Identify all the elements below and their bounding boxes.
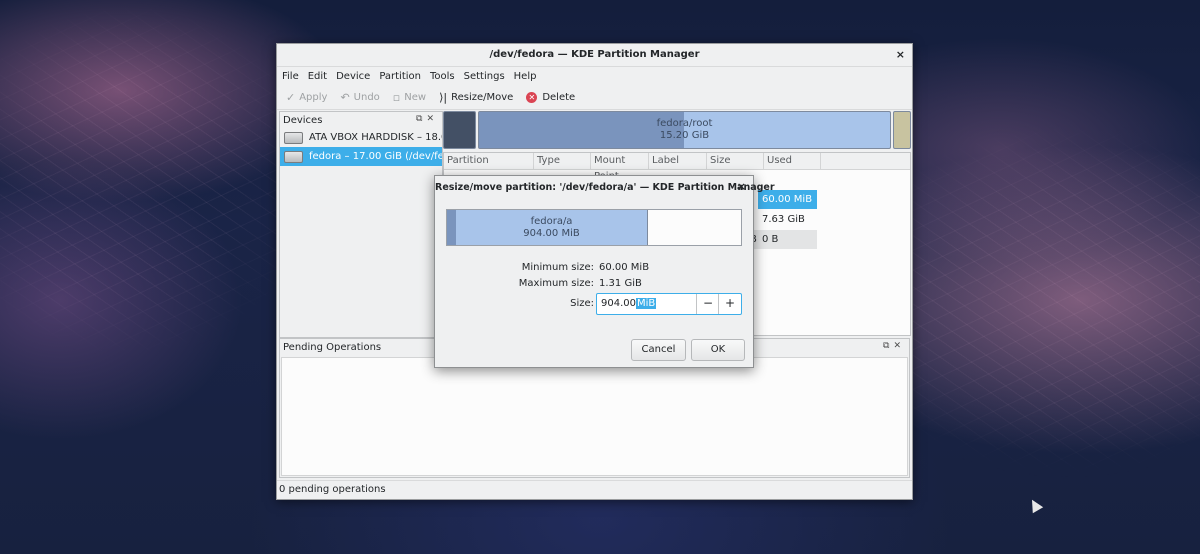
pending-panel-title: Pending Operations	[283, 341, 382, 353]
apply-button[interactable]: ✓ Apply	[286, 91, 327, 104]
menu-file[interactable]: File	[282, 71, 299, 82]
size-number: 904.00	[601, 298, 636, 309]
delete-icon: ✕	[526, 91, 538, 103]
menu-partition[interactable]: Partition	[379, 71, 421, 82]
partition-name: fedora/root	[656, 118, 713, 129]
ok-button[interactable]: OK	[691, 339, 745, 361]
partition-segment-other[interactable]	[893, 111, 911, 149]
resize-partition-bar: fedora/a 904.00 MiB	[446, 209, 742, 246]
size-increment-button[interactable]: +	[718, 294, 741, 314]
device-item-fedora[interactable]: fedora – 17.00 GiB (/dev/fedo...	[280, 147, 442, 166]
size-label: Size:	[570, 298, 594, 309]
float-icon[interactable]: ⧉	[416, 114, 426, 124]
check-icon: ✓	[286, 90, 296, 104]
new-button[interactable]: ▫ New	[393, 91, 426, 104]
max-size-value: 1.31 GiB	[599, 278, 642, 289]
resize-move-label: Resize/Move	[451, 91, 514, 103]
resize-move-dialog: Resize/move partition: '/dev/fedora/a' —…	[434, 175, 775, 368]
close-icon[interactable]: ✕	[426, 114, 438, 124]
window-titlebar[interactable]: /dev/fedora — KDE Partition Manager ×	[277, 44, 912, 67]
device-label: ATA VBOX HARDDISK – 18.0...	[309, 132, 442, 143]
table-header: Partition Type Mount Point Label Size Us…	[444, 153, 910, 182]
col-used[interactable]: Used	[764, 153, 821, 169]
col-mount-point[interactable]: Mount Point	[591, 153, 649, 182]
size-unit-selected: MiB	[636, 298, 657, 309]
dialog-title: Resize/move partition: '/dev/fedora/a' —…	[435, 182, 775, 193]
undo-icon: ↶	[340, 90, 350, 104]
menu-edit[interactable]: Edit	[308, 71, 327, 82]
undo-button[interactable]: ↶ Undo	[340, 91, 379, 104]
max-size-label: Maximum size:	[518, 278, 594, 289]
harddisk-icon	[284, 131, 303, 144]
partition-bar: fedora/root 15.20 GiB	[443, 111, 911, 149]
new-icon: ▫	[392, 90, 401, 104]
window-title: /dev/fedora — KDE Partition Manager	[489, 49, 700, 60]
table-cell-used[interactable]: 0 B	[758, 230, 817, 249]
resize-icon: ⟩|	[439, 90, 448, 104]
col-type[interactable]: Type	[534, 153, 591, 169]
menu-tools[interactable]: Tools	[430, 71, 455, 82]
size-spinbox[interactable]: 904.00MiB − +	[596, 293, 742, 315]
menubar: File Edit Device Partition Tools Setting…	[277, 67, 912, 85]
delete-button[interactable]: ✕ Delete	[526, 91, 576, 103]
devices-panel: Devices ⧉✕ ATA VBOX HARDDISK – 18.0... f…	[279, 111, 443, 338]
table-cell-used[interactable]: 7.63 GiB	[758, 210, 817, 229]
min-size-value: 60.00 MiB	[599, 262, 650, 273]
menu-device[interactable]: Device	[336, 71, 370, 82]
device-item-vbox-harddisk[interactable]: ATA VBOX HARDDISK – 18.0...	[280, 128, 442, 147]
device-label: fedora – 17.00 GiB (/dev/fedo...	[309, 151, 442, 162]
undo-label: Undo	[353, 91, 380, 103]
partition-segment-boot[interactable]	[443, 111, 476, 149]
window-close-button[interactable]: ×	[896, 48, 905, 61]
status-bar: 0 pending operations	[277, 480, 912, 499]
dialog-close-button[interactable]: ×	[737, 180, 746, 193]
new-label: New	[404, 91, 427, 103]
size-input-value[interactable]: 904.00MiB	[601, 298, 657, 309]
dialog-titlebar[interactable]: Resize/move partition: '/dev/fedora/a' —…	[435, 176, 775, 198]
min-size-label: Minimum size:	[521, 262, 594, 273]
col-partition[interactable]: Partition	[444, 153, 534, 169]
toolbar: ✓ Apply ↶ Undo ▫ New ⟩| Resize/Move ✕ De…	[277, 85, 912, 110]
close-icon[interactable]: ✕	[893, 341, 905, 351]
col-size[interactable]: Size	[707, 153, 764, 169]
col-label[interactable]: Label	[649, 153, 707, 169]
float-icon[interactable]: ⧉	[883, 341, 893, 351]
harddisk-icon	[284, 150, 303, 163]
delete-label: Delete	[542, 91, 576, 103]
apply-label: Apply	[299, 91, 328, 103]
resize-move-button[interactable]: ⟩| Resize/Move	[439, 91, 513, 104]
size-decrement-button[interactable]: −	[696, 294, 719, 314]
dialog-partition-size: 904.00 MiB	[523, 228, 580, 239]
partition-segment-root[interactable]: fedora/root 15.20 GiB	[478, 111, 891, 149]
devices-panel-title: Devices	[283, 114, 323, 126]
resize-left-handle[interactable]	[447, 210, 456, 245]
cancel-button[interactable]: Cancel	[631, 339, 686, 361]
menu-help[interactable]: Help	[514, 71, 537, 82]
resize-partition-segment[interactable]: fedora/a 904.00 MiB	[456, 210, 648, 245]
dialog-partition-name: fedora/a	[530, 216, 573, 227]
pending-operations-list	[281, 357, 908, 476]
devices-panel-header: Devices ⧉✕	[280, 112, 442, 128]
menu-settings[interactable]: Settings	[464, 71, 505, 82]
partition-size: 15.20 GiB	[659, 130, 710, 141]
